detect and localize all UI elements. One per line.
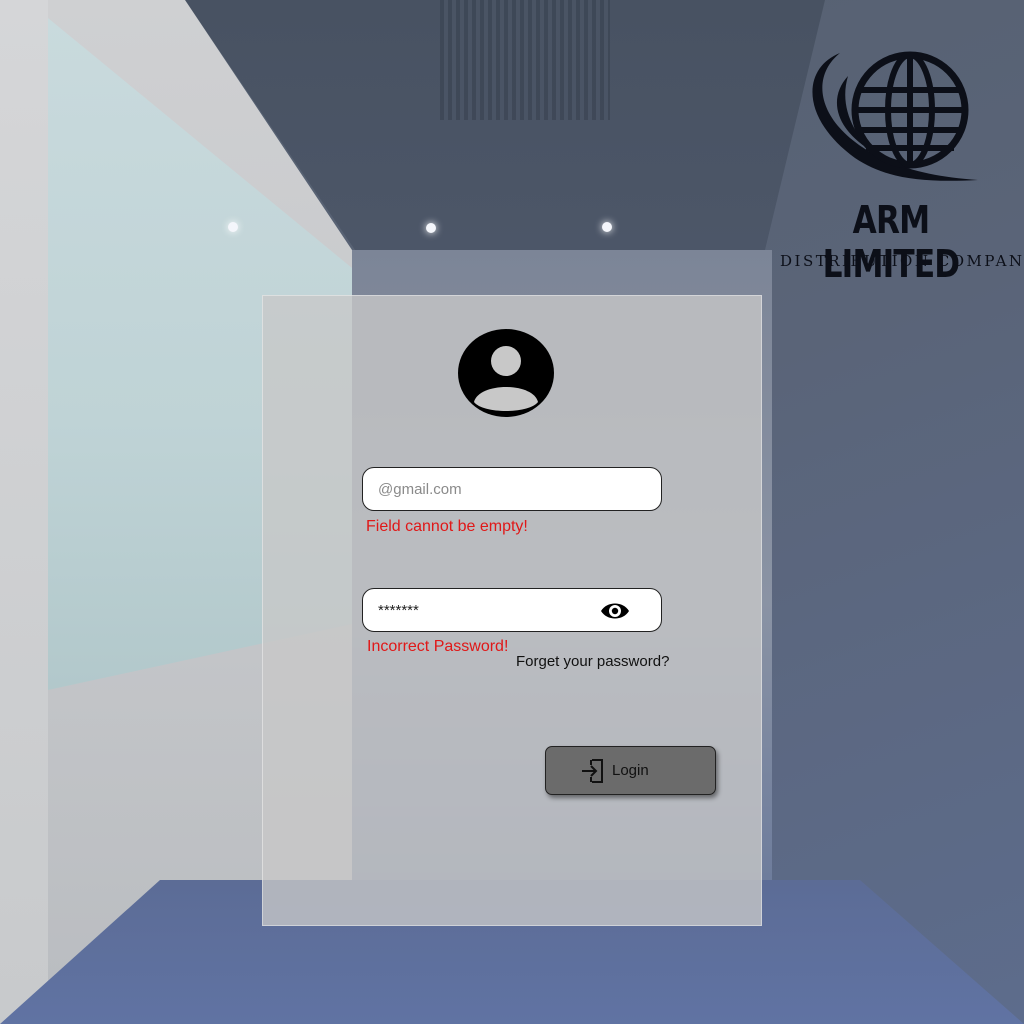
ceiling-vent: [440, 0, 610, 120]
ceiling-light: [602, 222, 612, 232]
brand-name: ARM LIMITED: [822, 198, 961, 286]
password-field[interactable]: [362, 588, 662, 632]
globe-logo-icon: [812, 51, 978, 181]
email-field[interactable]: [362, 467, 662, 511]
email-error-message: Field cannot be empty!: [366, 518, 528, 535]
login-button[interactable]: Login: [545, 746, 716, 795]
brand-tagline: DISTRIBUTION COMPANY: [780, 252, 1024, 270]
forgot-password-link[interactable]: Forget your password?: [516, 653, 669, 670]
ceiling-light: [228, 222, 238, 232]
eye-icon[interactable]: [600, 600, 630, 622]
ceiling-light: [426, 223, 436, 233]
email-input[interactable]: [378, 468, 598, 510]
login-icon: [582, 759, 603, 783]
password-input[interactable]: [378, 589, 598, 631]
login-card: Field cannot be empty! Incorrect Passwor…: [262, 295, 762, 926]
user-avatar-icon: [458, 329, 554, 417]
password-error-message: Incorrect Password!: [367, 638, 509, 655]
login-button-label: Login: [612, 762, 649, 779]
brand-logo: ARM LIMITED DISTRIBUTION COMPANY: [780, 48, 1024, 286]
left-wall-panel: [0, 0, 48, 1024]
